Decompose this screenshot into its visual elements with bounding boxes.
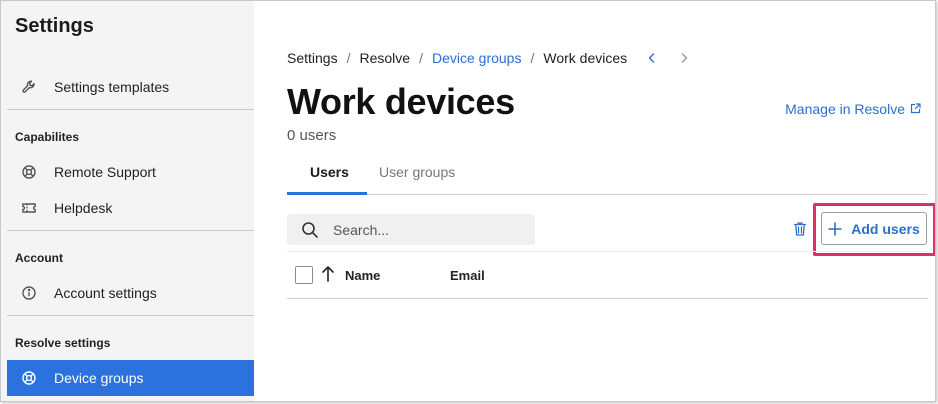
sidebar-item-label: Device groups bbox=[54, 370, 144, 386]
breadcrumb-current: Work devices bbox=[543, 50, 628, 66]
user-count: 0 users bbox=[287, 127, 337, 144]
chevron-left-icon[interactable] bbox=[647, 52, 657, 64]
manage-in-resolve-link[interactable]: Manage in Resolve bbox=[785, 101, 921, 117]
sidebar-section-account: Account bbox=[15, 251, 63, 265]
sidebar-item-label: Helpdesk bbox=[54, 200, 113, 216]
search-input[interactable] bbox=[333, 221, 513, 238]
sidebar-item-account-settings[interactable]: Account settings bbox=[7, 275, 254, 311]
breadcrumb-device-groups[interactable]: Device groups bbox=[432, 50, 522, 66]
breadcrumb-separator: / bbox=[419, 50, 423, 66]
plus-icon bbox=[828, 221, 843, 236]
manage-link-label: Manage in Resolve bbox=[785, 101, 905, 117]
trash-icon[interactable] bbox=[793, 221, 807, 237]
sidebar-item-device-groups[interactable]: Device groups bbox=[7, 360, 254, 396]
breadcrumb-separator: / bbox=[530, 50, 535, 66]
lifebuoy-icon bbox=[21, 370, 37, 386]
sidebar-title: Settings bbox=[15, 15, 94, 37]
tab-users[interactable]: Users bbox=[310, 164, 349, 180]
sidebar-item-settings-templates[interactable]: Settings templates bbox=[7, 69, 254, 105]
lifebuoy-icon bbox=[21, 164, 37, 180]
add-users-label: Add users bbox=[851, 220, 920, 237]
column-header-email[interactable]: Email bbox=[450, 268, 485, 283]
page-title: Work devices bbox=[287, 81, 515, 122]
breadcrumb: Settings / Resolve / Device groups / Wor… bbox=[287, 50, 689, 66]
sidebar-section-capabilities: Capabilites bbox=[15, 130, 80, 144]
table-header: Name Email bbox=[287, 258, 928, 299]
sidebar-section-resolve-settings: Resolve settings bbox=[15, 336, 111, 350]
sidebar: Settings Settings templates Capabilites … bbox=[1, 1, 254, 401]
info-icon bbox=[21, 285, 37, 301]
tab-user-groups[interactable]: User groups bbox=[379, 164, 455, 180]
ticket-icon bbox=[21, 200, 37, 216]
search-field[interactable] bbox=[287, 214, 535, 245]
sidebar-divider bbox=[7, 109, 254, 110]
add-users-button[interactable]: Add users bbox=[821, 212, 927, 245]
wrench-icon bbox=[21, 79, 37, 95]
column-header-name[interactable]: Name bbox=[345, 268, 380, 283]
external-link-icon bbox=[910, 101, 921, 117]
search-icon bbox=[301, 221, 319, 239]
sidebar-item-helpdesk[interactable]: Helpdesk bbox=[7, 190, 254, 226]
divider bbox=[287, 251, 927, 252]
sidebar-item-remote-support[interactable]: Remote Support bbox=[7, 154, 254, 190]
chevron-right-icon[interactable] bbox=[679, 52, 689, 64]
select-all-checkbox[interactable] bbox=[295, 266, 313, 284]
tab-bar: Users User groups bbox=[287, 161, 927, 195]
sidebar-item-label: Account settings bbox=[54, 285, 157, 301]
sidebar-item-label: Settings templates bbox=[54, 79, 170, 95]
breadcrumb-resolve[interactable]: Resolve bbox=[359, 50, 410, 66]
sort-ascending-icon[interactable] bbox=[321, 265, 335, 283]
active-tab-indicator bbox=[287, 192, 367, 195]
breadcrumb-separator: / bbox=[346, 50, 351, 66]
breadcrumb-settings[interactable]: Settings bbox=[287, 50, 338, 66]
sidebar-divider bbox=[7, 315, 254, 316]
sidebar-divider bbox=[7, 230, 254, 231]
sidebar-item-label: Remote Support bbox=[54, 164, 156, 180]
app-window: Settings Settings templates Capabilites … bbox=[0, 0, 936, 402]
